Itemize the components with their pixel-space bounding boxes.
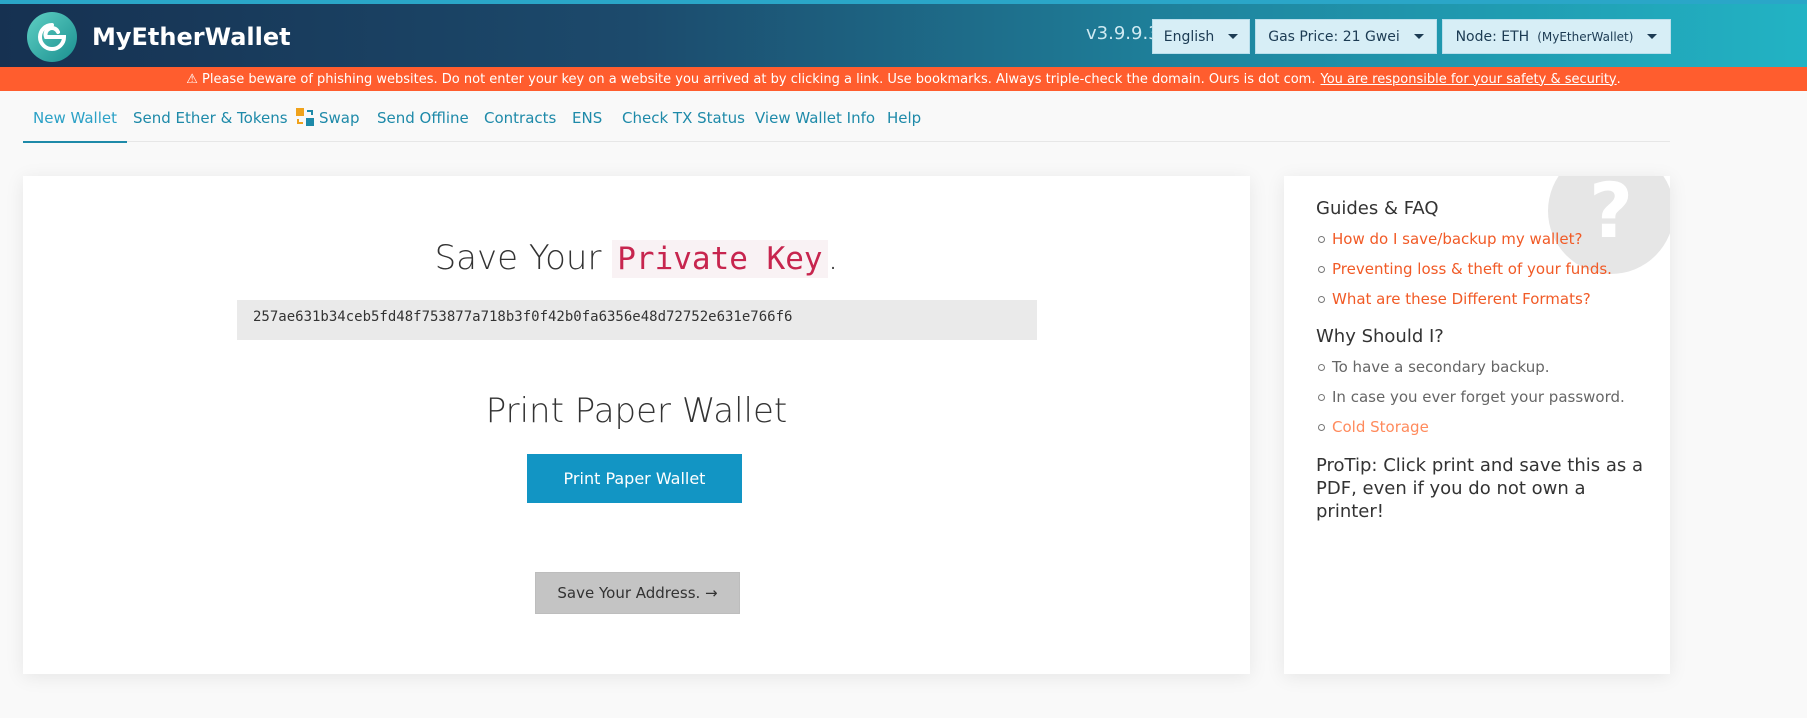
logo-icon[interactable] xyxy=(27,12,77,62)
tab-send-offline[interactable]: Send Offline xyxy=(377,91,469,141)
private-key-field[interactable]: 257ae631b34ceb5fd48f753877a718b3f0f42b0f… xyxy=(237,300,1037,340)
tab-view-wallet-info[interactable]: View Wallet Info xyxy=(755,91,875,141)
warning-tail: . xyxy=(1616,71,1621,87)
tab-label: ENS xyxy=(572,109,603,127)
main-panel: Save Your Private Key. 257ae631b34ceb5fd… xyxy=(23,176,1250,674)
save-address-button[interactable]: Save Your Address. → xyxy=(535,572,740,614)
why-heading: Why Should I? xyxy=(1316,326,1444,347)
gas-price-dropdown[interactable]: Gas Price: 21 Gwei xyxy=(1255,19,1437,54)
guides-heading: Guides & FAQ xyxy=(1316,198,1439,219)
guides-list: How do I save/backup my wallet? Preventi… xyxy=(1316,224,1612,314)
tab-label: Contracts xyxy=(484,109,557,127)
tab-ens[interactable]: ENS xyxy=(572,91,602,141)
guide-link[interactable]: How do I save/backup my wallet? xyxy=(1316,224,1612,254)
tab-swap[interactable]: Swap xyxy=(295,91,360,141)
print-paper-wallet-button[interactable]: Print Paper Wallet xyxy=(527,454,742,503)
node-dropdown[interactable]: Node: ETH (MyEtherWallet) xyxy=(1442,19,1671,54)
top-header: MyEtherWallet v3.9.9.3 English Gas Price… xyxy=(0,0,1807,67)
tab-label: New Wallet xyxy=(33,109,117,127)
guide-link[interactable]: What are these Different Formats? xyxy=(1316,284,1612,314)
print-wallet-heading: Print Paper Wallet xyxy=(485,391,788,431)
guide-link[interactable]: Preventing loss & theft of your funds. xyxy=(1316,254,1612,284)
tab-new-wallet[interactable]: New Wallet xyxy=(23,91,127,143)
why-item: In case you ever forget your password. xyxy=(1316,382,1625,412)
tab-label: Help xyxy=(887,109,922,127)
language-label: English xyxy=(1163,28,1215,45)
cold-storage-link[interactable]: Cold Storage xyxy=(1316,412,1625,442)
protip-text: ProTip: Click print and save this as a P… xyxy=(1316,455,1644,522)
chevron-down-icon xyxy=(1413,34,1424,39)
tab-check-tx-status[interactable]: Check TX Status xyxy=(622,91,745,141)
brand-name[interactable]: MyEtherWallet xyxy=(92,23,291,51)
why-item: To have a secondary backup. xyxy=(1316,352,1625,382)
node-sub-label: (MyEtherWallet) xyxy=(1537,29,1634,44)
tab-label: Send Ether & Tokens xyxy=(133,109,288,127)
save-private-key-heading: Save Your Private Key. xyxy=(23,238,1250,278)
heading-text: Save Your xyxy=(434,238,602,278)
phishing-warning-bar: ⚠ Please beware of phishing websites. Do… xyxy=(0,67,1807,91)
version-label: v3.9.9.3 xyxy=(1086,23,1160,44)
language-dropdown[interactable]: English xyxy=(1152,19,1250,54)
tab-contracts[interactable]: Contracts xyxy=(484,91,556,141)
tab-help[interactable]: Help xyxy=(887,91,921,141)
why-list: To have a secondary backup. In case you … xyxy=(1316,352,1625,442)
warning-text: ⚠ Please beware of phishing websites. Do… xyxy=(186,71,1316,87)
safety-link[interactable]: You are responsible for your safety & se… xyxy=(1320,72,1616,87)
gas-price-label: Gas Price: 21 Gwei xyxy=(1268,28,1400,45)
tab-label: Swap xyxy=(319,109,360,127)
chevron-down-icon xyxy=(1647,34,1658,39)
swap-icon xyxy=(296,108,314,126)
tab-send-ether-tokens[interactable]: Send Ether & Tokens xyxy=(133,91,288,141)
heading-code: Private Key xyxy=(612,240,828,278)
tab-label: Send Offline xyxy=(377,109,469,127)
tab-label: View Wallet Info xyxy=(755,109,876,127)
tab-label: Check TX Status xyxy=(622,109,745,127)
heading-period: . xyxy=(827,238,839,278)
main-nav: New Wallet Send Ether & Tokens Swap Send… xyxy=(23,91,1670,143)
chevron-down-icon xyxy=(1228,34,1239,39)
help-sidebar: ? Guides & FAQ How do I save/backup my w… xyxy=(1284,176,1670,674)
node-label: Node: ETH xyxy=(1455,28,1530,45)
